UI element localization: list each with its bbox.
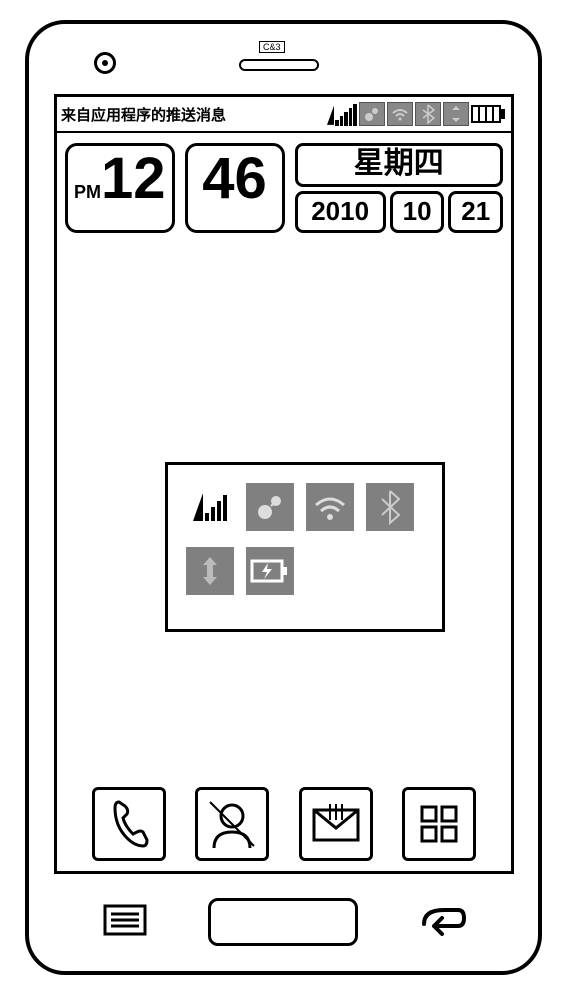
month-box: 10 xyxy=(390,191,445,233)
speaker-label: C&3 xyxy=(259,41,285,53)
status-icons xyxy=(327,102,507,126)
hour-box: PM 12 xyxy=(65,143,175,233)
wifi-toggle[interactable] xyxy=(306,483,354,531)
signal-icon xyxy=(327,102,357,126)
gps-status-icon xyxy=(359,102,385,126)
hardware-buttons xyxy=(29,898,538,946)
status-bar[interactable]: 来自应用程序的推送消息 xyxy=(57,97,511,133)
year-box: 2010 xyxy=(295,191,386,233)
quick-toggle-panel[interactable] xyxy=(165,462,445,632)
phone-frame: C&3 来自应用程序的推送消息 xyxy=(25,20,542,975)
sync-status-icon xyxy=(443,102,469,126)
wifi-status-icon xyxy=(387,102,413,126)
dock-bar xyxy=(57,787,511,861)
sync-toggle[interactable] xyxy=(186,547,234,595)
ampm-label: PM xyxy=(74,182,101,203)
bluetooth-status-icon xyxy=(415,102,441,126)
minute-value: 46 xyxy=(202,150,267,208)
clock-widget[interactable]: PM 12 46 星期四 2010 10 21 xyxy=(65,143,503,233)
menu-button[interactable] xyxy=(97,900,153,945)
earpiece-speaker xyxy=(239,59,319,71)
grid-icon xyxy=(414,799,464,849)
weekday-box: 星期四 xyxy=(295,143,503,187)
day-box: 21 xyxy=(448,191,503,233)
contacts-app[interactable] xyxy=(195,787,269,861)
minute-box: 46 xyxy=(185,143,285,233)
battery-status-icon xyxy=(471,103,507,125)
push-notification-text[interactable]: 来自应用程序的推送消息 xyxy=(61,104,327,125)
signal-toggle[interactable] xyxy=(186,483,234,531)
gps-toggle[interactable] xyxy=(246,483,294,531)
camera-icon xyxy=(94,52,116,74)
battery-toggle[interactable] xyxy=(246,547,294,595)
screen[interactable]: 来自应用程序的推送消息 xyxy=(54,94,514,874)
messages-app[interactable] xyxy=(299,787,373,861)
apps-drawer[interactable] xyxy=(402,787,476,861)
phone-app[interactable] xyxy=(92,787,166,861)
hour-value: 12 xyxy=(101,150,166,208)
bluetooth-toggle[interactable] xyxy=(366,483,414,531)
phone-icon xyxy=(105,796,153,852)
contact-icon xyxy=(204,796,260,852)
home-button[interactable] xyxy=(208,898,358,946)
back-button[interactable] xyxy=(414,900,470,945)
message-icon xyxy=(308,800,364,848)
